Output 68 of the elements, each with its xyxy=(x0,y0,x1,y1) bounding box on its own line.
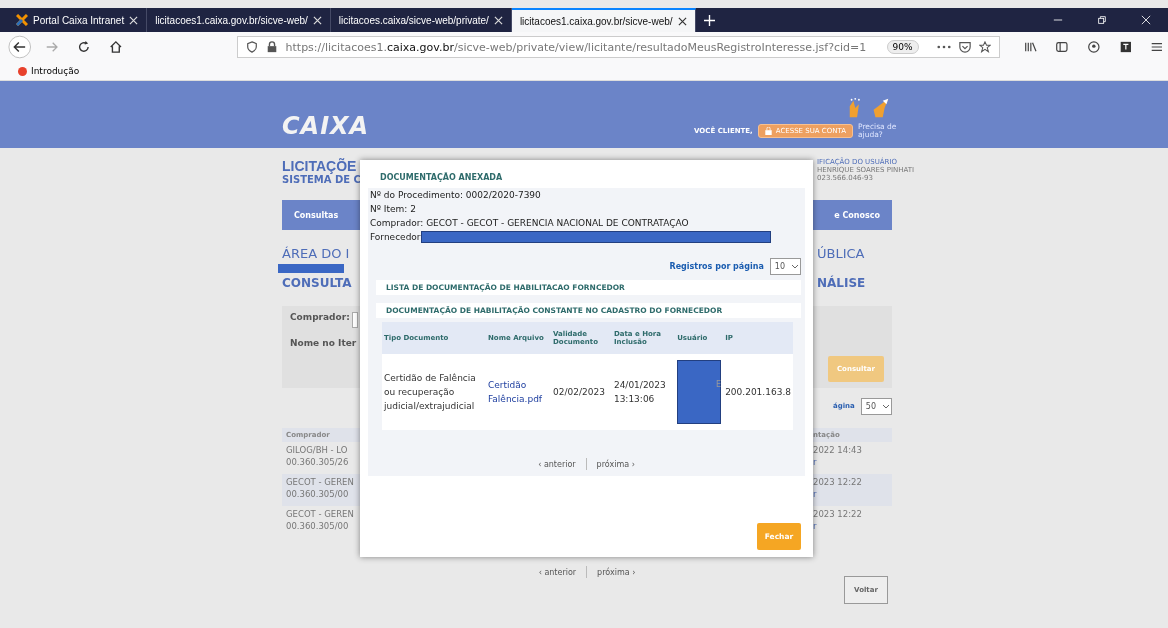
redaction-block xyxy=(278,264,344,273)
page-subtitle: SISTEMA DE C xyxy=(282,174,358,185)
previous-link[interactable]: ‹ anterior xyxy=(538,567,577,577)
dialog-title: DOCUMENTAÇÃO ANEXADA xyxy=(368,166,805,188)
table-link[interactable]: r xyxy=(813,488,888,501)
table-cell-text: 2023 12:22 xyxy=(813,477,863,489)
zoom-level[interactable]: 90% xyxy=(886,40,919,54)
more-icon[interactable] xyxy=(936,45,951,49)
table-cell-text: GILOG/BH - LO xyxy=(286,445,349,457)
pocket-icon[interactable] xyxy=(958,41,971,53)
table-cell: 200.201.163.8 xyxy=(725,387,791,397)
home-icon[interactable] xyxy=(108,40,123,54)
next-link[interactable]: próxima › xyxy=(596,459,635,469)
table-link[interactable]: r xyxy=(813,456,888,469)
filter-label: Comprador: xyxy=(290,312,350,322)
previous-link[interactable]: ‹ anterior xyxy=(538,459,576,469)
info-line: Fornecedor xyxy=(370,231,421,244)
table-cell-text: 00.360.305/26 xyxy=(286,456,350,469)
nav-link[interactable]: e Conosco xyxy=(834,210,880,220)
x-logo-icon xyxy=(16,14,28,26)
table-link[interactable]: r xyxy=(813,520,888,533)
section-heading: CONSULTA xyxy=(282,276,353,290)
logo-text: CAIXA xyxy=(282,112,370,140)
lock-icon xyxy=(265,41,278,53)
shield-icon xyxy=(245,41,258,53)
reload-icon[interactable] xyxy=(77,40,91,54)
table-cell: 24/01/2023 13:13:06 xyxy=(613,380,666,404)
info-line: Comprador: GECOT - GECOT - GERENCIA NACIONAL DE CONTRATAÇAO xyxy=(369,217,690,230)
table-cell: Certidão de Falência ou recuperação judicial/extrajudicial xyxy=(384,373,476,411)
caret-icon xyxy=(791,264,799,269)
url-text: https://licitacoes1.caixa.gov.br/sicve-web/private/view/licitante/resultadoMeusRegistroInteresse.jsf?cid=1 xyxy=(285,40,868,54)
per-page-select[interactable]: 10 xyxy=(769,258,801,275)
table-cell-text: 00.360.305/00 xyxy=(286,488,350,501)
close-icon[interactable] xyxy=(677,16,687,26)
browser-tab[interactable]: licitacoes1.caixa.gov.br/sicve-web/ xyxy=(511,8,696,32)
lock-icon xyxy=(764,127,772,136)
info-line: Nº Item: 2 xyxy=(369,203,417,216)
table-cell-text: E xyxy=(716,379,722,391)
menu-icon[interactable] xyxy=(1150,40,1164,54)
section-heading: ÚBLICA xyxy=(817,246,866,261)
table-cell-text: 00.360.305/00 xyxy=(286,520,350,533)
page-title: LICITAÇÕE xyxy=(282,158,358,174)
section-heading: ÁREA DO I xyxy=(282,246,351,261)
new-tab-icon[interactable] xyxy=(703,14,715,26)
star-icon[interactable] xyxy=(978,41,991,53)
sidebar-icon[interactable] xyxy=(1055,40,1069,54)
table-cell-text: 2022 14:43 xyxy=(813,445,863,457)
table-cell: 02/02/2023 xyxy=(553,387,605,397)
back-icon[interactable] xyxy=(8,35,32,59)
extension-icon[interactable] xyxy=(1118,40,1133,54)
bookmark-link[interactable]: Introdução xyxy=(18,66,80,76)
redaction-block xyxy=(677,360,722,424)
table-cell-text: GECOT - GEREN xyxy=(286,509,355,521)
account-icon[interactable] xyxy=(1086,40,1101,54)
info-line: Nº do Procedimento: 0002/2020-7390 xyxy=(369,189,542,202)
restore-icon[interactable] xyxy=(1097,15,1107,25)
per-page-select[interactable]: 50 xyxy=(860,397,892,415)
nav-link[interactable]: Consultas xyxy=(294,210,339,220)
table-cell-text: GECOT - GEREN xyxy=(286,477,355,489)
caret-icon xyxy=(882,403,890,409)
per-page-label: Registros por página xyxy=(669,262,764,271)
section-heading: NÁLISE xyxy=(817,276,867,290)
table-cell-text: 2023 12:22 xyxy=(813,509,863,521)
filter-label: Nome no Iter xyxy=(290,338,358,350)
next-link[interactable]: próxima › xyxy=(597,567,636,577)
library-icon[interactable] xyxy=(1023,40,1038,54)
input-field[interactable] xyxy=(351,312,358,328)
address-bar[interactable]: https://licitacoes1.caixa.gov.br/sicve-web/private/view/licitante/resultadoMeusRegistroInteresse.jsf?cid=1 90% xyxy=(236,36,1000,58)
